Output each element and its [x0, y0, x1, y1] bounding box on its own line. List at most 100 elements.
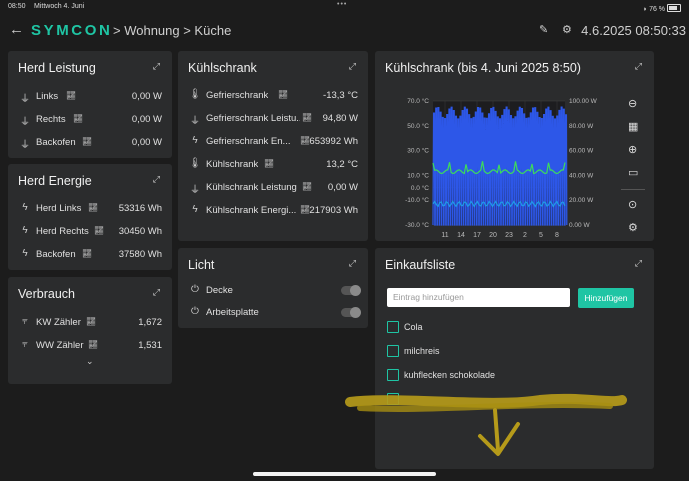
- row-backofen[interactable]: ⏚ Backofen 📈︎ 0,00 W: [18, 136, 162, 152]
- scroll-hint-annotation: [345, 393, 627, 456]
- y-right-tick: 60.00 W: [569, 148, 594, 155]
- item-checkbox[interactable]: [387, 369, 399, 381]
- plug-icon: ⏚: [20, 140, 30, 151]
- home-indicator[interactable]: [253, 472, 436, 476]
- lightning-icon: ϟ: [22, 225, 28, 236]
- item-checkbox[interactable]: [387, 345, 399, 357]
- item-checkbox[interactable]: [387, 321, 399, 333]
- add-item-button[interactable]: Hinzufügen: [578, 288, 634, 308]
- graph-icon[interactable]: 📈︎: [278, 90, 288, 99]
- graph-icon[interactable]: 📈︎: [302, 182, 312, 191]
- row-label: Backofen: [36, 137, 76, 148]
- row-label: Kühlschrank Leistung: [206, 182, 297, 193]
- expand-icon[interactable]: ⤢: [153, 61, 160, 72]
- date-range-icon[interactable]: ▭: [628, 166, 638, 179]
- graph-icon[interactable]: 📈︎: [73, 114, 83, 123]
- graph-icon[interactable]: 📈︎: [82, 137, 92, 146]
- y-left-tick: 50.0 °C: [407, 122, 429, 130]
- status-date: Mittwoch 4. Juni: [34, 3, 85, 10]
- row-value: 0,00 W: [327, 182, 358, 193]
- row-kuehlschrank-leistung[interactable]: ⏚ Kühlschrank Leistung 📈︎ 0,00 W: [188, 181, 358, 197]
- row-links[interactable]: ⏚ Links 📈︎ 0,00 W: [18, 90, 162, 106]
- row-decke[interactable]: ⏻ Decke: [188, 284, 358, 300]
- calendar-icon[interactable]: ▦: [628, 120, 638, 133]
- row-label: Rechts: [36, 114, 66, 125]
- list-item: Cola: [404, 322, 423, 332]
- zoom-out-icon[interactable]: ⊖: [628, 97, 637, 110]
- row-value: 0,00 W: [131, 114, 162, 125]
- graph-icon[interactable]: 📈︎: [88, 340, 98, 349]
- card-licht: Licht ⤢ ⏻ Decke ⏻ Arbeitsplatte: [178, 248, 368, 328]
- row-label: Links: [36, 91, 59, 102]
- graph-icon[interactable]: 📈︎: [66, 91, 76, 100]
- row-label: Kühlschrank: [206, 159, 259, 170]
- row-gefrierschrank-leistung[interactable]: ⏚ Gefrierschrank Leistu... 📈︎ 94,80 W: [188, 112, 358, 128]
- graph-icon[interactable]: 📈︎: [82, 249, 92, 258]
- chevron-down-icon[interactable]: ⌄: [86, 356, 94, 367]
- y-right-tick: 40.00 W: [569, 172, 594, 179]
- expand-icon[interactable]: ⤢: [635, 61, 642, 72]
- row-label: Arbeitsplatte: [206, 307, 259, 318]
- row-herd-rechts[interactable]: ϟ Herd Rechts 📈︎ 30450 Wh: [18, 225, 162, 241]
- row-label: Gefrierschrank Leistu...: [206, 113, 300, 124]
- power-icon: ⏻: [191, 284, 199, 295]
- breadcrumb[interactable]: > Wohnung > Küche: [113, 23, 231, 38]
- header-datetime: 4.6.2025 08:50:33: [581, 23, 686, 38]
- battery-icon: [667, 4, 681, 12]
- expand-icon[interactable]: ⤢: [349, 258, 356, 269]
- faucet-icon: ⫧: [22, 339, 28, 350]
- plug-icon: ⏚: [20, 94, 30, 105]
- row-value: 0,00 W: [131, 137, 162, 148]
- new-item-input[interactable]: Eintrag hinzufügen: [387, 288, 570, 307]
- plug-icon: ⏚: [190, 116, 200, 127]
- row-arbeitsplatte[interactable]: ⏻ Arbeitsplatte: [188, 306, 358, 322]
- expand-icon[interactable]: ⤢: [349, 61, 356, 72]
- x-tick: 14: [457, 232, 465, 239]
- graph-icon[interactable]: 📈︎: [86, 317, 96, 326]
- row-backofen[interactable]: ϟ Backofen 📈︎ 37580 Wh: [18, 248, 162, 264]
- list-item: milchreis: [404, 346, 440, 356]
- row-value: 13,2 °C: [326, 159, 358, 170]
- row-rechts[interactable]: ⏚ Rechts 📈︎ 0,00 W: [18, 113, 162, 129]
- row-label: Herd Links: [36, 203, 82, 214]
- app-header: ← SYMCON > Wohnung > Küche ✎ ⚙ 4.6.2025 …: [0, 16, 689, 44]
- y-left-tick: 30.0 °C: [407, 147, 429, 155]
- zoom-in-icon[interactable]: ⊕: [628, 143, 637, 156]
- expand-icon[interactable]: ⤢: [153, 174, 160, 185]
- row-label: Kühlschrank Energi...: [206, 205, 296, 216]
- card-title: Kühlschrank: [188, 61, 257, 75]
- y-right-tick: 80.00 W: [569, 123, 594, 130]
- y-right-tick: 100.00 W: [569, 98, 598, 105]
- graph-icon[interactable]: 📈︎: [302, 113, 312, 122]
- row-gefrierschrank[interactable]: 🌡︎ Gefrierschrank 📈︎ -13,3 °C: [188, 89, 358, 105]
- row-value: 53316 Wh: [118, 203, 162, 214]
- y-left-tick: -30.0 °C: [405, 221, 429, 229]
- graph-icon[interactable]: 📈︎: [264, 159, 274, 168]
- row-kw-zaehler[interactable]: ⫧ KW Zähler 📈︎ 1,672: [18, 316, 162, 332]
- row-value: 217903 Wh: [309, 205, 358, 216]
- up-icon[interactable]: ⊙: [628, 198, 637, 211]
- graph-icon[interactable]: 📈︎: [88, 203, 98, 212]
- gear-icon[interactable]: ⚙: [562, 23, 572, 36]
- x-tick: 11: [441, 232, 448, 239]
- edit-icon[interactable]: ✎: [539, 23, 548, 36]
- settings-icon[interactable]: ⚙: [628, 221, 638, 234]
- row-herd-links[interactable]: ϟ Herd Links 📈︎ 53316 Wh: [18, 202, 162, 218]
- expand-icon[interactable]: ⤢: [635, 258, 642, 269]
- row-kuehlschrank[interactable]: 🌡︎ Kühlschrank 📈︎ 13,2 °C: [188, 158, 358, 174]
- toggle-arbeitsplatte[interactable]: [341, 307, 361, 318]
- y-right-tick: 0.00 W: [569, 222, 590, 229]
- graph-icon[interactable]: 📈︎: [94, 226, 104, 235]
- toggle-decke[interactable]: [341, 285, 361, 296]
- battery-level: 76 %: [649, 6, 666, 13]
- row-gefrierschrank-energie[interactable]: ϟ Gefrierschrank En... 📈︎ 653992 Wh: [188, 135, 358, 151]
- row-ww-zaehler[interactable]: ⫧ WW Zähler 📈︎ 1,531: [18, 339, 162, 355]
- back-arrow-icon[interactable]: ←: [9, 21, 24, 38]
- row-kuehlschrank-energie[interactable]: ϟ Kühlschrank Energi... 📈︎ 217903 Wh: [188, 204, 358, 220]
- row-label: Backofen: [36, 249, 76, 260]
- expand-icon[interactable]: ⤢: [153, 287, 160, 298]
- multitask-dots[interactable]: •••: [337, 1, 347, 8]
- chart-svg[interactable]: 70.0 °C 50.0 °C 30.0 °C 10.0 °C 0.0 °C -10.0 …: [375, 91, 615, 241]
- card-kuehlschrank: Kühlschrank ⤢ 🌡︎ Gefrierschrank 📈︎ -13,3…: [178, 51, 368, 241]
- symcon-logo[interactable]: SYMCON: [31, 22, 112, 39]
